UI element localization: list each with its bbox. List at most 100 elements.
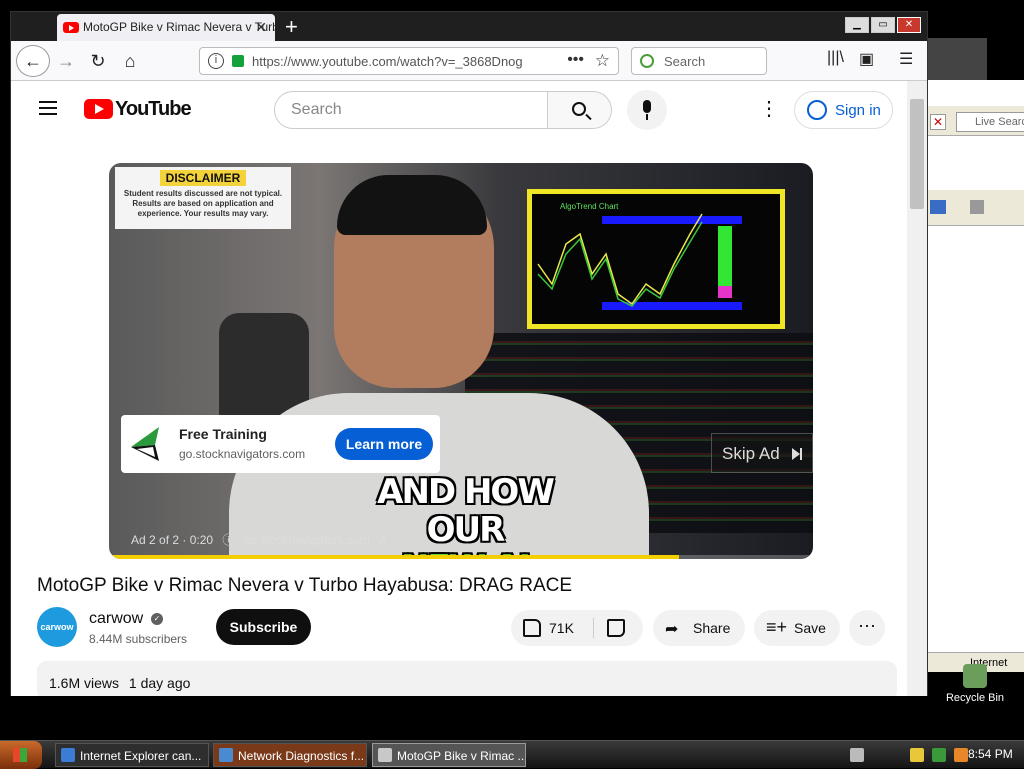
taskbar-item-ie[interactable]: Internet Explorer can... — [55, 743, 209, 767]
verified-icon: ✓ — [151, 613, 163, 625]
url-bar[interactable]: i https://www.youtube.com/watch?v=_3868D… — [199, 47, 619, 75]
ad-info-domain[interactable]: go.stocknavigators.com — [244, 533, 370, 547]
youtube-play-icon — [84, 99, 113, 119]
background-window-titlebar[interactable] — [925, 38, 987, 80]
close-window-icon[interactable]: ✕ — [897, 17, 921, 33]
forward-icon[interactable]: → — [51, 47, 81, 75]
taskbar-clock[interactable]: 8:54 PM — [968, 747, 1013, 761]
browser-search-placeholder: Search — [664, 54, 706, 69]
recycle-bin-icon[interactable] — [963, 664, 987, 688]
sidebar-icon[interactable]: ▣ — [859, 49, 874, 69]
ad-info-icon[interactable]: ⓘ — [222, 533, 234, 547]
home-icon[interactable]: ⌂ — [115, 47, 145, 75]
recycle-bin-label: Recycle Bin — [945, 692, 1005, 704]
youtube-search-button[interactable] — [548, 91, 612, 129]
page-content: YouTube Search ⋮ Sign in DISCLAIMER Stud… — [11, 81, 908, 696]
page-scrollbar[interactable] — [907, 81, 927, 696]
security-shield-icon[interactable] — [910, 748, 924, 762]
youtube-logo[interactable]: YouTube — [84, 97, 192, 120]
youtube-favicon-icon — [63, 22, 79, 33]
channel-avatar[interactable]: carwow — [37, 607, 77, 647]
ie-home-icon[interactable] — [930, 200, 946, 214]
url-text[interactable]: https://www.youtube.com/watch?v=_3868Dno… — [252, 54, 523, 69]
view-count: 1.6M views — [49, 675, 120, 691]
more-actions-icon[interactable]: ⋯ — [849, 610, 885, 646]
taskbar-item-label: Network Diagnostics f... — [238, 749, 365, 763]
taskbar-item-label: Internet Explorer can... — [80, 749, 202, 763]
reload-icon[interactable]: ↻ — [83, 47, 113, 75]
ad-progress-fill — [109, 555, 680, 559]
save-label: Save — [794, 620, 826, 636]
bookmark-star-icon[interactable]: ☆ — [595, 51, 610, 71]
network-diagnostics-icon — [219, 748, 233, 762]
windows-flag-icon — [13, 748, 27, 762]
new-tab-icon[interactable]: + — [285, 14, 298, 40]
description-box[interactable]: 1.6M views 1 day ago — [37, 661, 897, 696]
search-engine-icon — [640, 54, 654, 68]
share-button[interactable]: ➦ Share — [653, 610, 745, 646]
taskbar-item-network-diagnostics[interactable]: Network Diagnostics f... — [213, 743, 367, 767]
navigation-toolbar: ← → ↻ ⌂ i https://www.youtube.com/watch?… — [11, 41, 927, 81]
lock-icon — [232, 55, 244, 67]
share-label: Share — [693, 620, 731, 636]
ie-rss-icon[interactable] — [970, 200, 984, 214]
dislike-icon[interactable] — [607, 619, 625, 637]
learn-more-button[interactable]: Learn more — [335, 428, 433, 460]
like-icon[interactable] — [523, 619, 541, 637]
settings-more-icon[interactable]: ⋮ — [759, 99, 779, 119]
library-icon[interactable]: |||\ — [827, 49, 844, 67]
like-count[interactable]: 71K — [549, 620, 574, 636]
firefox-window: MotoGP Bike v Rimac Nevera v Turbo Hayab… — [10, 11, 928, 696]
video-player[interactable]: DISCLAIMER Student results discussed are… — [109, 163, 813, 559]
recycle-bin[interactable]: Recycle Bin — [940, 664, 1010, 704]
system-tray — [850, 745, 968, 765]
voice-search-icon[interactable] — [627, 90, 667, 130]
scrollbar-thumb[interactable] — [910, 99, 924, 209]
share-icon: ➦ — [665, 621, 679, 638]
presenter-hair — [337, 175, 487, 235]
ad-card[interactable]: Free Training go.stocknavigators.com Lea… — [121, 415, 440, 473]
page-actions-icon[interactable]: ••• — [567, 51, 584, 69]
menu-icon[interactable]: ☰ — [899, 49, 913, 69]
youtube-search-input[interactable]: Search — [274, 91, 548, 129]
taskbar-item-label: MotoGP Bike v Rimac ... — [397, 749, 526, 763]
maximize-icon[interactable]: ▭ — [871, 17, 895, 33]
ad-card-domain: go.stocknavigators.com — [179, 447, 306, 461]
ad-card-title: Free Training — [179, 426, 267, 442]
tray-search-icon[interactable] — [954, 748, 968, 762]
chart-green-bar — [718, 226, 732, 286]
disclaimer-text: Student results discussed are not typica… — [123, 189, 283, 218]
window-controls: ▁ ▭ ✕ — [845, 17, 921, 33]
ad-disclaimer: DISCLAIMER Student results discussed are… — [115, 167, 291, 229]
chart-magenta-bar — [718, 286, 732, 298]
skip-next-icon — [792, 448, 802, 460]
ie-live-search-input[interactable]: Live Search — [956, 112, 1024, 132]
site-info-icon[interactable]: i — [208, 53, 224, 69]
tab-strip: MotoGP Bike v Rimac Nevera v Turbo Hayab… — [11, 12, 927, 41]
keyboard-icon[interactable] — [850, 748, 864, 762]
tab-title: MotoGP Bike v Rimac Nevera v Turbo Hayab… — [83, 20, 275, 34]
guide-menu-icon[interactable] — [39, 101, 57, 115]
ie-close-icon[interactable]: ✕ — [930, 114, 946, 130]
disclaimer-heading: DISCLAIMER — [159, 170, 247, 186]
skip-ad-button[interactable]: Skip Ad — [711, 433, 813, 473]
save-button[interactable]: ≡+ Save — [754, 610, 840, 646]
network-icon[interactable] — [932, 748, 946, 762]
background-ie-window[interactable]: ✕ Live Search Internet — [925, 80, 1024, 672]
browser-search-input[interactable]: Search — [631, 47, 767, 75]
start-button[interactable] — [0, 741, 42, 769]
back-icon[interactable]: ← — [16, 45, 50, 77]
tab-close-icon[interactable]: ✕ — [255, 19, 267, 36]
minimize-icon[interactable]: ▁ — [845, 17, 869, 33]
subscribe-button[interactable]: Subscribe — [216, 609, 311, 645]
tab-youtube[interactable]: MotoGP Bike v Rimac Nevera v Turbo Hayab… — [57, 14, 275, 41]
channel-name[interactable]: carwow — [89, 610, 143, 628]
ad-progress-bar[interactable] — [109, 555, 813, 559]
ad-caption: AND HOW OUR NEW AI TOOL — [365, 473, 565, 559]
external-link-icon[interactable]: ↗ — [377, 533, 387, 547]
ie-taskbar-icon — [61, 748, 75, 762]
taskbar: Internet Explorer can... Network Diagnos… — [0, 740, 1024, 769]
sign-in-button[interactable]: Sign in — [794, 91, 893, 129]
taskbar-item-firefox[interactable]: MotoGP Bike v Rimac ... — [372, 743, 526, 767]
youtube-logo-text: YouTube — [115, 97, 192, 120]
